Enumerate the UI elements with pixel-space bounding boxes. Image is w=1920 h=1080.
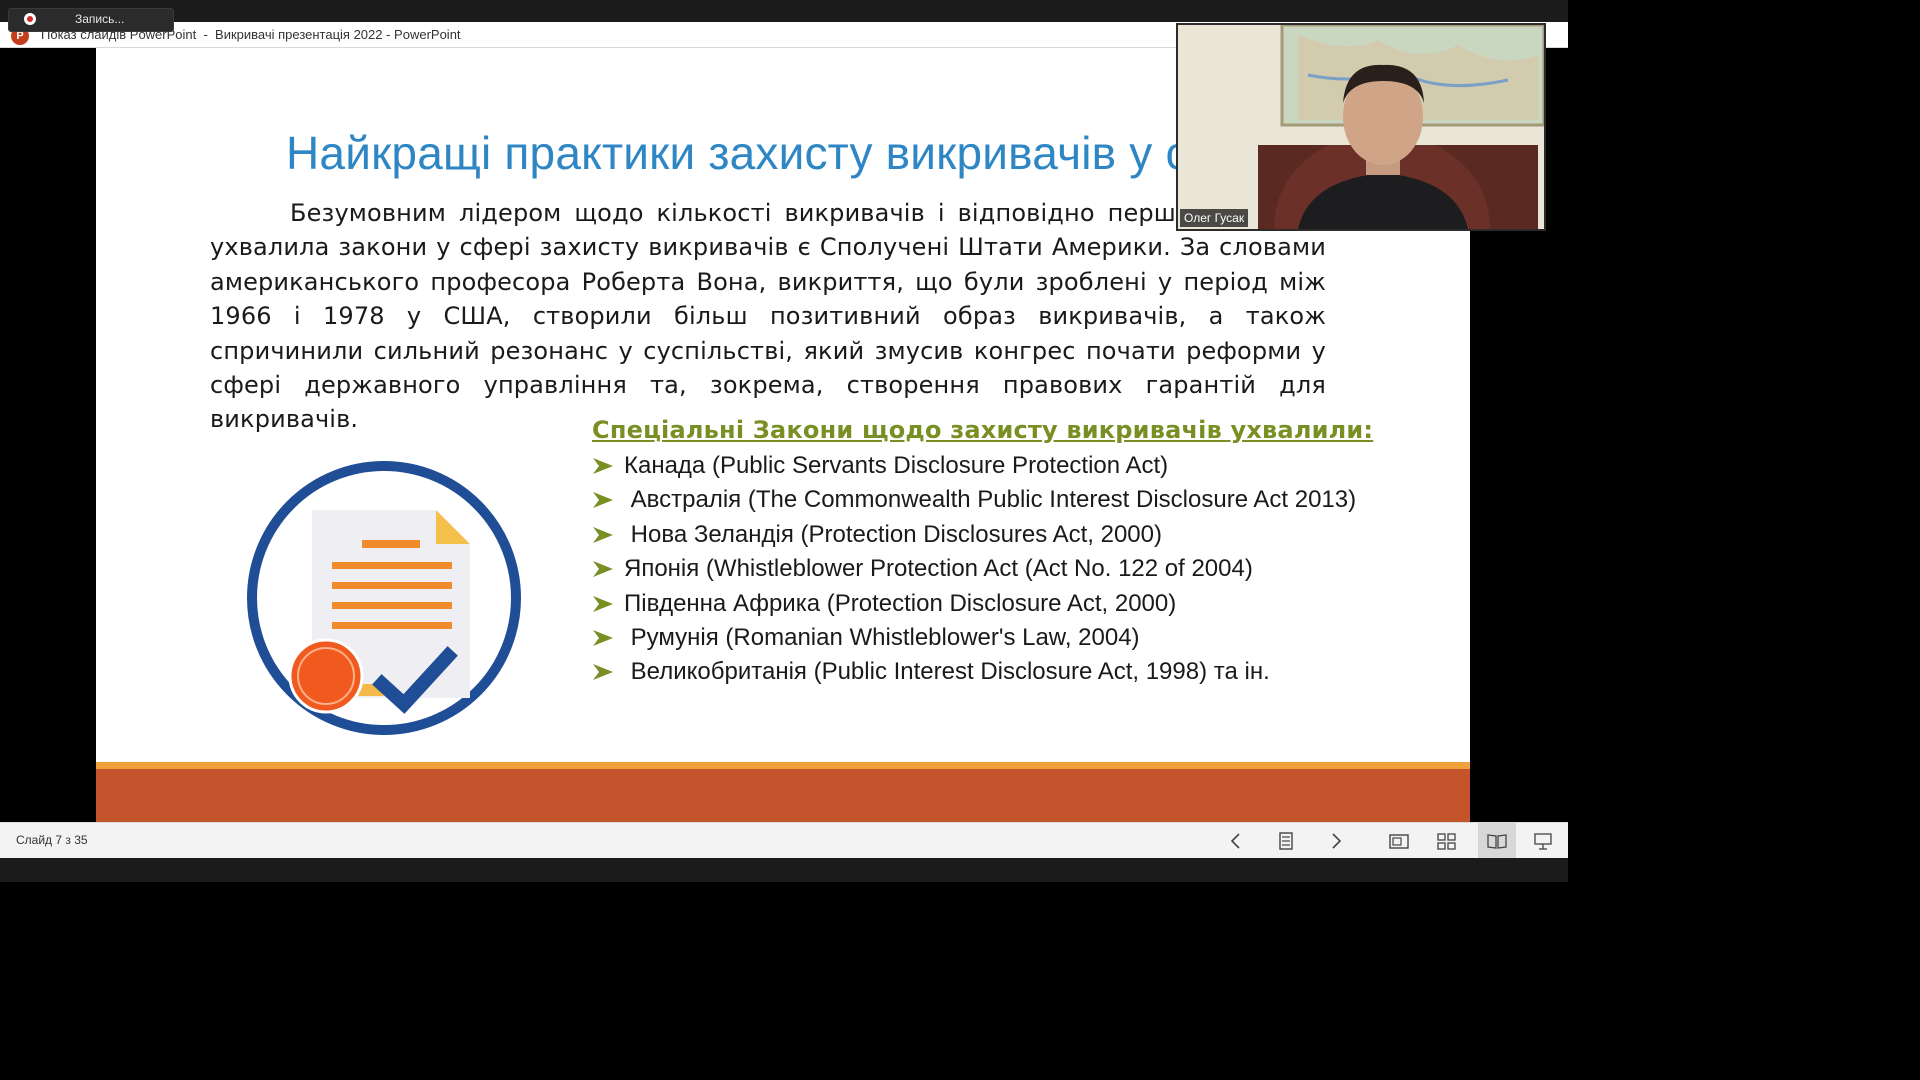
law-item: Румунія (Romanian Whistleblower's Law, 2… bbox=[592, 621, 1372, 655]
participant-name: Олег Гусак bbox=[1180, 209, 1249, 227]
arrow-bullet-icon bbox=[593, 561, 613, 578]
law-text: Канада (Public Servants Disclosure Prote… bbox=[624, 452, 1169, 479]
law-item: Великобританія (Public Interest Disclosu… bbox=[592, 655, 1372, 689]
arrow-bullet-icon bbox=[593, 526, 613, 543]
recording-label: Запись... bbox=[75, 12, 125, 26]
normal-view-icon bbox=[1389, 834, 1409, 849]
slide-footer-band bbox=[96, 769, 1470, 822]
normal-view-button[interactable] bbox=[1384, 827, 1414, 855]
webcam-person-icon bbox=[1178, 25, 1544, 229]
reading-view-button[interactable] bbox=[1478, 823, 1516, 859]
reading-view-icon bbox=[1487, 834, 1507, 849]
arrow-bullet-icon bbox=[593, 458, 613, 474]
law-text: Японія (Whistleblower Protection Act (Ac… bbox=[624, 555, 1253, 583]
law-item: Австралія (The Commonwealth Public Inter… bbox=[592, 483, 1372, 517]
laws-heading: Спеціальні Закони щодо захисту викривачі… bbox=[592, 416, 1374, 444]
top-strip bbox=[0, 0, 1568, 22]
law-item: Нова Зеландія (Protection Disclosures Ac… bbox=[592, 518, 1372, 552]
certificate-icon bbox=[247, 461, 521, 735]
slide-counter: Слайд 7 з 35 bbox=[16, 833, 88, 847]
next-icon bbox=[1332, 833, 1342, 849]
law-text: Південна Африка (Protection Disclosure A… bbox=[624, 589, 1177, 617]
arrow-bullet-icon bbox=[593, 630, 613, 647]
presenter-view-button[interactable] bbox=[1528, 827, 1558, 855]
law-text: Румунія (Romanian Whistleblower's Law, 2… bbox=[624, 624, 1140, 652]
law-text: Великобританія (Public Interest Disclosu… bbox=[624, 658, 1270, 686]
slide-list-icon bbox=[1279, 832, 1293, 850]
law-item: Японія (Whistleblower Protection Act (Ac… bbox=[592, 552, 1372, 586]
slide-list-button[interactable] bbox=[1271, 827, 1301, 855]
recording-indicator[interactable]: Запись... bbox=[8, 8, 174, 32]
law-text: Австралія (The Commonwealth Public Inter… bbox=[624, 486, 1357, 514]
prev-icon bbox=[1230, 833, 1240, 849]
law-text: Нова Зеландія (Protection Disclosures Ac… bbox=[624, 520, 1162, 548]
law-item: Південна Африка (Protection Disclosure A… bbox=[592, 587, 1372, 621]
laws-list: Канада (Public Servants Disclosure Prote… bbox=[592, 449, 1372, 690]
law-item: Канада (Public Servants Disclosure Prote… bbox=[592, 449, 1372, 483]
slide-footer-line bbox=[96, 762, 1470, 769]
sorter-view-icon bbox=[1437, 833, 1456, 850]
next-slide-button[interactable] bbox=[1321, 827, 1351, 855]
record-icon bbox=[24, 13, 36, 25]
webcam-video[interactable]: Олег Гусак bbox=[1176, 23, 1546, 231]
arrow-bullet-icon bbox=[593, 664, 613, 681]
arrow-bullet-icon bbox=[593, 595, 613, 612]
presenter-view-icon bbox=[1534, 833, 1552, 850]
bottom-strip bbox=[0, 858, 1568, 882]
previous-slide-button[interactable] bbox=[1221, 827, 1251, 855]
slide-title: Найкращі практики захисту викривачів у с… bbox=[286, 127, 1214, 179]
slide-paragraph: Безумовним лідером щодо кількості викрив… bbox=[210, 199, 1326, 434]
status-bar: Слайд 7 з 35 bbox=[0, 822, 1568, 859]
arrow-bullet-icon bbox=[593, 492, 613, 509]
sorter-view-button[interactable] bbox=[1432, 827, 1462, 855]
